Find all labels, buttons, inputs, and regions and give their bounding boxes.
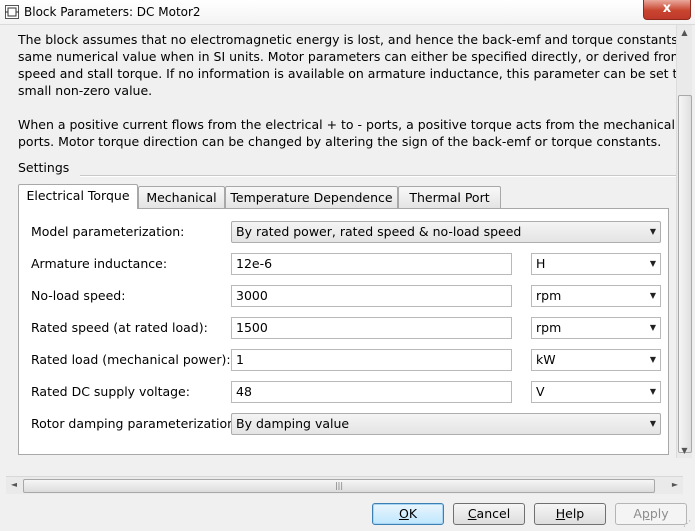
rated-speed-unit-dropdown[interactable]: rpm ▼	[531, 317, 661, 339]
chevron-down-icon: ▼	[649, 355, 656, 364]
ok-button[interactable]: OK	[372, 503, 444, 525]
rated-speed-label: Rated speed (at rated load):	[31, 320, 208, 335]
dialog-content: The block assumes that no electromagneti…	[6, 25, 676, 458]
resize-grip-icon[interactable]: ⋰	[683, 519, 693, 529]
unit-value: V	[536, 384, 545, 399]
scroll-up-icon[interactable]: ▲	[680, 28, 689, 37]
no-load-speed-field[interactable]: 3000	[231, 285, 512, 307]
horizontal-scroll-thumb[interactable]: |||	[23, 479, 655, 493]
armature-inductance-unit-dropdown[interactable]: H ▼	[531, 253, 661, 275]
tab-electrical-torque[interactable]: Electrical Torque	[18, 184, 138, 209]
window-title: Block Parameters: DC Motor2	[24, 5, 201, 19]
rotor-damping-value: By damping value	[236, 416, 350, 431]
rated-dc-voltage-field[interactable]: 48	[231, 381, 512, 403]
block-description: The block assumes that no electromagneti…	[18, 31, 676, 150]
rated-load-unit-dropdown[interactable]: kW ▼	[531, 349, 661, 371]
close-button[interactable]: x	[643, 0, 691, 20]
description-paragraph-2: When a positive current flows from the e…	[18, 117, 676, 149]
apply-button[interactable]: Apply	[615, 503, 687, 525]
armature-inductance-field[interactable]: 12e-6	[231, 253, 512, 275]
model-parameterization-label: Model parameterization:	[31, 224, 185, 239]
armature-inductance-label: Armature inductance:	[31, 256, 168, 271]
rated-dc-voltage-label: Rated DC supply voltage:	[31, 384, 190, 399]
rated-load-field[interactable]: 1	[231, 349, 512, 371]
electrical-torque-panel: Model parameterization: By rated power, …	[18, 208, 669, 455]
title-bar: Block Parameters: DC Motor2 x	[0, 0, 695, 25]
horizontal-scrollbar[interactable]: ◄ ||| ►	[6, 476, 683, 494]
rotor-damping-dropdown[interactable]: By damping value ▼	[231, 413, 661, 435]
no-load-speed-label: No-load speed:	[31, 288, 126, 303]
model-parameterization-value: By rated power, rated speed & no-load sp…	[236, 224, 522, 239]
scroll-right-icon[interactable]: ►	[670, 480, 680, 489]
unit-value: H	[536, 256, 546, 271]
rated-dc-voltage-unit-dropdown[interactable]: V ▼	[531, 381, 661, 403]
chevron-down-icon: ▼	[649, 419, 656, 428]
unit-value: rpm	[536, 320, 562, 335]
rated-load-label: Rated load (mechanical power):	[31, 352, 231, 367]
unit-value: rpm	[536, 288, 562, 303]
chevron-down-icon: ▼	[649, 259, 656, 268]
description-paragraph-1: The block assumes that no electromagneti…	[18, 32, 676, 98]
cancel-button[interactable]: Cancel	[453, 503, 525, 525]
unit-value: kW	[536, 352, 556, 367]
close-icon: x	[662, 1, 672, 16]
model-parameterization-dropdown[interactable]: By rated power, rated speed & no-load sp…	[231, 221, 661, 243]
scroll-left-icon[interactable]: ◄	[9, 480, 19, 489]
tab-thermal-port[interactable]: Thermal Port	[398, 186, 501, 208]
rated-speed-field[interactable]: 1500	[231, 317, 512, 339]
chevron-down-icon: ▼	[649, 387, 656, 396]
vertical-scrollbar[interactable]: ▲ ▼	[676, 25, 692, 458]
tab-temperature-dependence[interactable]: Temperature Dependence	[225, 186, 398, 208]
rotor-damping-label: Rotor damping parameterization:	[31, 416, 240, 431]
no-load-speed-unit-dropdown[interactable]: rpm ▼	[531, 285, 661, 307]
help-button[interactable]: Help	[534, 503, 606, 525]
chevron-down-icon: ▼	[649, 323, 656, 332]
chevron-down-icon: ▼	[649, 291, 656, 300]
settings-group-label: Settings	[18, 160, 70, 175]
tab-mechanical[interactable]: Mechanical	[138, 186, 225, 208]
settings-divider	[80, 175, 676, 177]
simulink-block-icon	[5, 5, 19, 19]
vertical-scroll-thumb[interactable]	[678, 95, 692, 453]
scroll-down-icon[interactable]: ▼	[680, 446, 689, 455]
chevron-down-icon: ▼	[649, 227, 656, 236]
